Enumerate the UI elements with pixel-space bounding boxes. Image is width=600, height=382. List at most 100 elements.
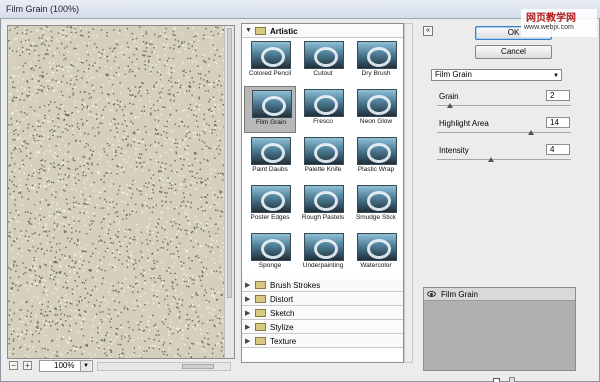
filter-group[interactable]: ▶ Sketch <box>242 307 403 320</box>
filter-label: Fresco <box>313 118 333 125</box>
eye-icon[interactable] <box>427 291 436 297</box>
filter-label: Watercolor <box>360 262 392 269</box>
slider-handle[interactable] <box>488 157 494 162</box>
filter-thumbnail[interactable]: Sponge <box>244 230 296 277</box>
filter-thumbnail[interactable]: Dry Brush <box>350 38 402 85</box>
filter-thumbnail[interactable]: Smudge Stick <box>350 182 402 229</box>
expand-arrow-icon[interactable]: ▶ <box>245 323 250 331</box>
filter-group[interactable]: ▶ Distort <box>242 293 403 306</box>
filter-preview-icon <box>251 137 291 165</box>
filter-label: Neon Glow <box>359 118 393 125</box>
filter-preview-icon <box>357 137 397 165</box>
scroll-thumb[interactable] <box>182 364 214 369</box>
filter-settings: Film Grain ▼ Grain 2 Highlight Area 14 Inten… <box>423 66 581 166</box>
slider-handle[interactable] <box>528 130 534 135</box>
zoom-out-button[interactable]: − <box>9 361 18 370</box>
filter-group[interactable]: ▶ Brush Strokes <box>242 279 403 292</box>
param-value-field[interactable]: 14 <box>546 117 570 128</box>
group-label: Distort <box>270 295 294 304</box>
expand-arrow-icon[interactable]: ▼ <box>245 27 252 34</box>
preview-image <box>8 26 228 358</box>
filter-thumbnail[interactable]: Paint Daubs <box>244 134 296 181</box>
param-label: Highlight Area <box>439 119 489 128</box>
filter-preview-icon <box>304 185 344 213</box>
filter-thumbnail[interactable]: Colored Pencil <box>244 38 296 85</box>
gallery-scrollbar[interactable] <box>404 23 413 363</box>
collapse-gallery-icon[interactable]: « <box>423 26 433 36</box>
filter-thumbnail[interactable]: Cutout <box>297 38 349 85</box>
filter-group[interactable]: ▶ Stylize <box>242 321 403 334</box>
folder-icon <box>255 281 266 289</box>
folder-icon <box>255 323 266 331</box>
filter-thumbnail[interactable]: Neon Glow <box>350 86 402 133</box>
param-value-field[interactable]: 2 <box>546 90 570 101</box>
param-value-field[interactable]: 4 <box>546 144 570 155</box>
filter-preview-icon <box>357 41 397 69</box>
filter-label: Rough Pastels <box>301 214 345 221</box>
folder-icon <box>255 309 266 317</box>
preview-vertical-scrollbar[interactable] <box>224 26 234 358</box>
zoom-bar: − + 100% ▼ <box>7 360 235 373</box>
filter-label: Smudge Stick <box>355 214 397 221</box>
filter-label: Underpainting <box>302 262 344 269</box>
filter-thumbnail[interactable]: Poster Edges <box>244 182 296 229</box>
filter-preview-icon <box>357 185 397 213</box>
filter-thumbnail[interactable]: Rough Pastels <box>297 182 349 229</box>
watermark: 网页教学网 www.webjx.com <box>521 9 597 37</box>
zoom-dropdown-icon[interactable]: ▼ <box>80 361 91 371</box>
filter-group[interactable]: ▶ Texture <box>242 335 403 348</box>
filter-preview-icon <box>304 233 344 261</box>
filter-preview-icon <box>251 185 291 213</box>
group-label: Sketch <box>270 309 295 318</box>
scroll-thumb[interactable] <box>227 28 232 298</box>
filter-thumbnail[interactable]: Plastic Wrap <box>350 134 402 181</box>
preview-pane[interactable] <box>7 25 235 359</box>
expand-arrow-icon[interactable]: ▶ <box>245 337 250 345</box>
trash-icon[interactable] <box>509 377 515 382</box>
filter-preview-icon <box>251 41 291 69</box>
filter-preview-icon <box>251 233 291 261</box>
expand-arrow-icon[interactable]: ▶ <box>245 309 250 317</box>
effect-layer-row[interactable]: Film Grain <box>424 288 575 301</box>
layer-name: Film Grain <box>441 290 478 299</box>
filter-label: Poster Edges <box>250 214 290 221</box>
folder-icon <box>255 295 266 303</box>
filter-thumbnail[interactable]: Fresco <box>297 86 349 133</box>
filter-select-value: Film Grain <box>435 70 472 79</box>
preview-horizontal-scrollbar[interactable] <box>97 362 231 371</box>
new-effect-layer-icon[interactable] <box>493 378 500 382</box>
filter-thumbnail[interactable]: Watercolor <box>350 230 402 277</box>
group-label: Texture <box>270 337 297 346</box>
group-label: Stylize <box>270 323 294 332</box>
filter-preview-icon <box>357 89 397 117</box>
watermark-url: www.webjx.com <box>524 24 574 31</box>
param-label: Intensity <box>439 146 469 155</box>
folder-icon <box>255 27 266 35</box>
filter-label: Plastic Wrap <box>357 166 395 173</box>
filter-preview-icon <box>304 137 344 165</box>
filter-thumbnail[interactable]: Film Grain <box>244 86 296 133</box>
cancel-button[interactable]: Cancel <box>475 45 552 59</box>
param-slider[interactable] <box>437 157 571 162</box>
filter-thumbnail[interactable]: Palette Knife <box>297 134 349 181</box>
filter-label: Cutout <box>313 70 333 77</box>
filter-label: Film Grain <box>256 119 286 126</box>
slider-handle[interactable] <box>447 103 453 108</box>
filter-label: Sponge <box>258 262 282 269</box>
group-artistic[interactable]: ▼ Artistic <box>242 25 403 38</box>
watermark-title: 网页教学网 <box>526 13 576 24</box>
filter-thumbnail[interactable]: Underpainting <box>297 230 349 277</box>
expand-arrow-icon[interactable]: ▶ <box>245 281 250 289</box>
zoom-in-button[interactable]: + <box>23 361 32 370</box>
expand-arrow-icon[interactable]: ▶ <box>245 295 250 303</box>
effect-layers-panel: Film Grain <box>423 287 576 371</box>
filter-gallery: ▼ Artistic Colored Pencil Cutout Dry Brush… <box>241 23 404 363</box>
zoom-level-value: 100% <box>54 361 75 370</box>
filter-preview-icon <box>357 233 397 261</box>
filter-label: Palette Knife <box>304 166 342 173</box>
filter-preview-icon <box>304 41 344 69</box>
param-slider[interactable] <box>437 103 571 108</box>
param-slider[interactable] <box>437 130 571 135</box>
filter-label: Colored Pencil <box>248 70 292 77</box>
filter-select[interactable]: Film Grain ▼ <box>431 69 562 81</box>
